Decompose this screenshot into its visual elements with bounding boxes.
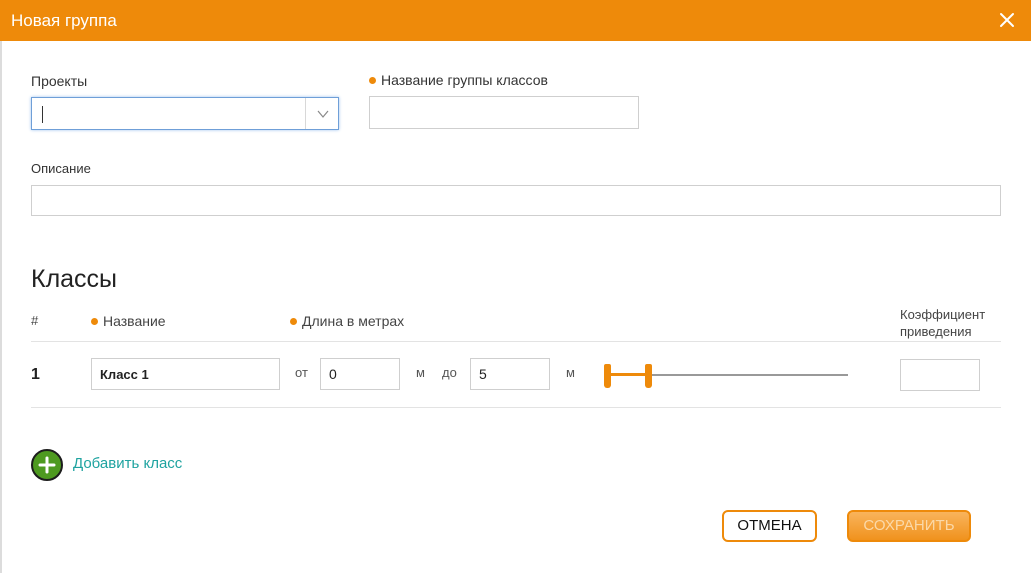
unit-meters-to: м <box>566 365 575 380</box>
column-header-length-text: Длина в метрах <box>302 313 405 329</box>
description-label: Описание <box>31 161 91 176</box>
add-class-button[interactable] <box>31 449 63 481</box>
cancel-button[interactable]: ОТМЕНА <box>722 510 817 542</box>
length-from-input[interactable] <box>320 358 400 390</box>
coef-input[interactable] <box>900 359 980 391</box>
class-name-input[interactable] <box>91 358 280 390</box>
slider-handle-max[interactable] <box>645 364 652 388</box>
close-icon[interactable] <box>998 11 1016 29</box>
from-label: от <box>295 365 308 380</box>
column-header-length: Длина в метрах <box>290 313 404 329</box>
group-name-label: Название группы классов <box>369 72 548 88</box>
add-class-link[interactable]: Добавить класс <box>73 455 182 472</box>
row-number: 1 <box>31 366 40 383</box>
text-caret <box>42 106 43 123</box>
column-header-name-text: Название <box>103 313 166 329</box>
required-dot-icon <box>91 318 98 325</box>
chevron-down-icon[interactable] <box>315 107 331 121</box>
select-divider <box>305 98 306 129</box>
to-label: до <box>442 365 457 380</box>
length-range-slider[interactable] <box>604 364 848 388</box>
unit-meters-from: м <box>416 365 425 380</box>
required-dot-icon <box>290 318 297 325</box>
group-name-label-text: Название группы классов <box>381 72 548 88</box>
column-header-num: # <box>31 313 39 328</box>
table-header-divider <box>31 341 1001 342</box>
length-to-input[interactable] <box>470 358 550 390</box>
column-header-name: Название <box>91 313 166 329</box>
save-button[interactable]: СОХРАНИТЬ <box>847 510 971 542</box>
dialog-title: Новая группа <box>11 11 117 30</box>
plus-icon <box>38 456 56 474</box>
projects-select[interactable] <box>31 97 339 130</box>
classes-title: Классы <box>31 265 118 293</box>
description-input[interactable] <box>31 185 1001 216</box>
dialog-titlebar: Новая группа <box>0 0 1031 41</box>
slider-handle-min[interactable] <box>604 364 611 388</box>
required-dot-icon <box>369 77 376 84</box>
projects-label: Проекты <box>31 73 88 89</box>
slider-selected-range <box>608 373 650 376</box>
group-name-input[interactable] <box>369 96 639 129</box>
column-header-coef: Коэффициент приведения <box>900 307 986 339</box>
dialog-left-border <box>0 41 2 573</box>
table-row-divider <box>31 407 1001 408</box>
